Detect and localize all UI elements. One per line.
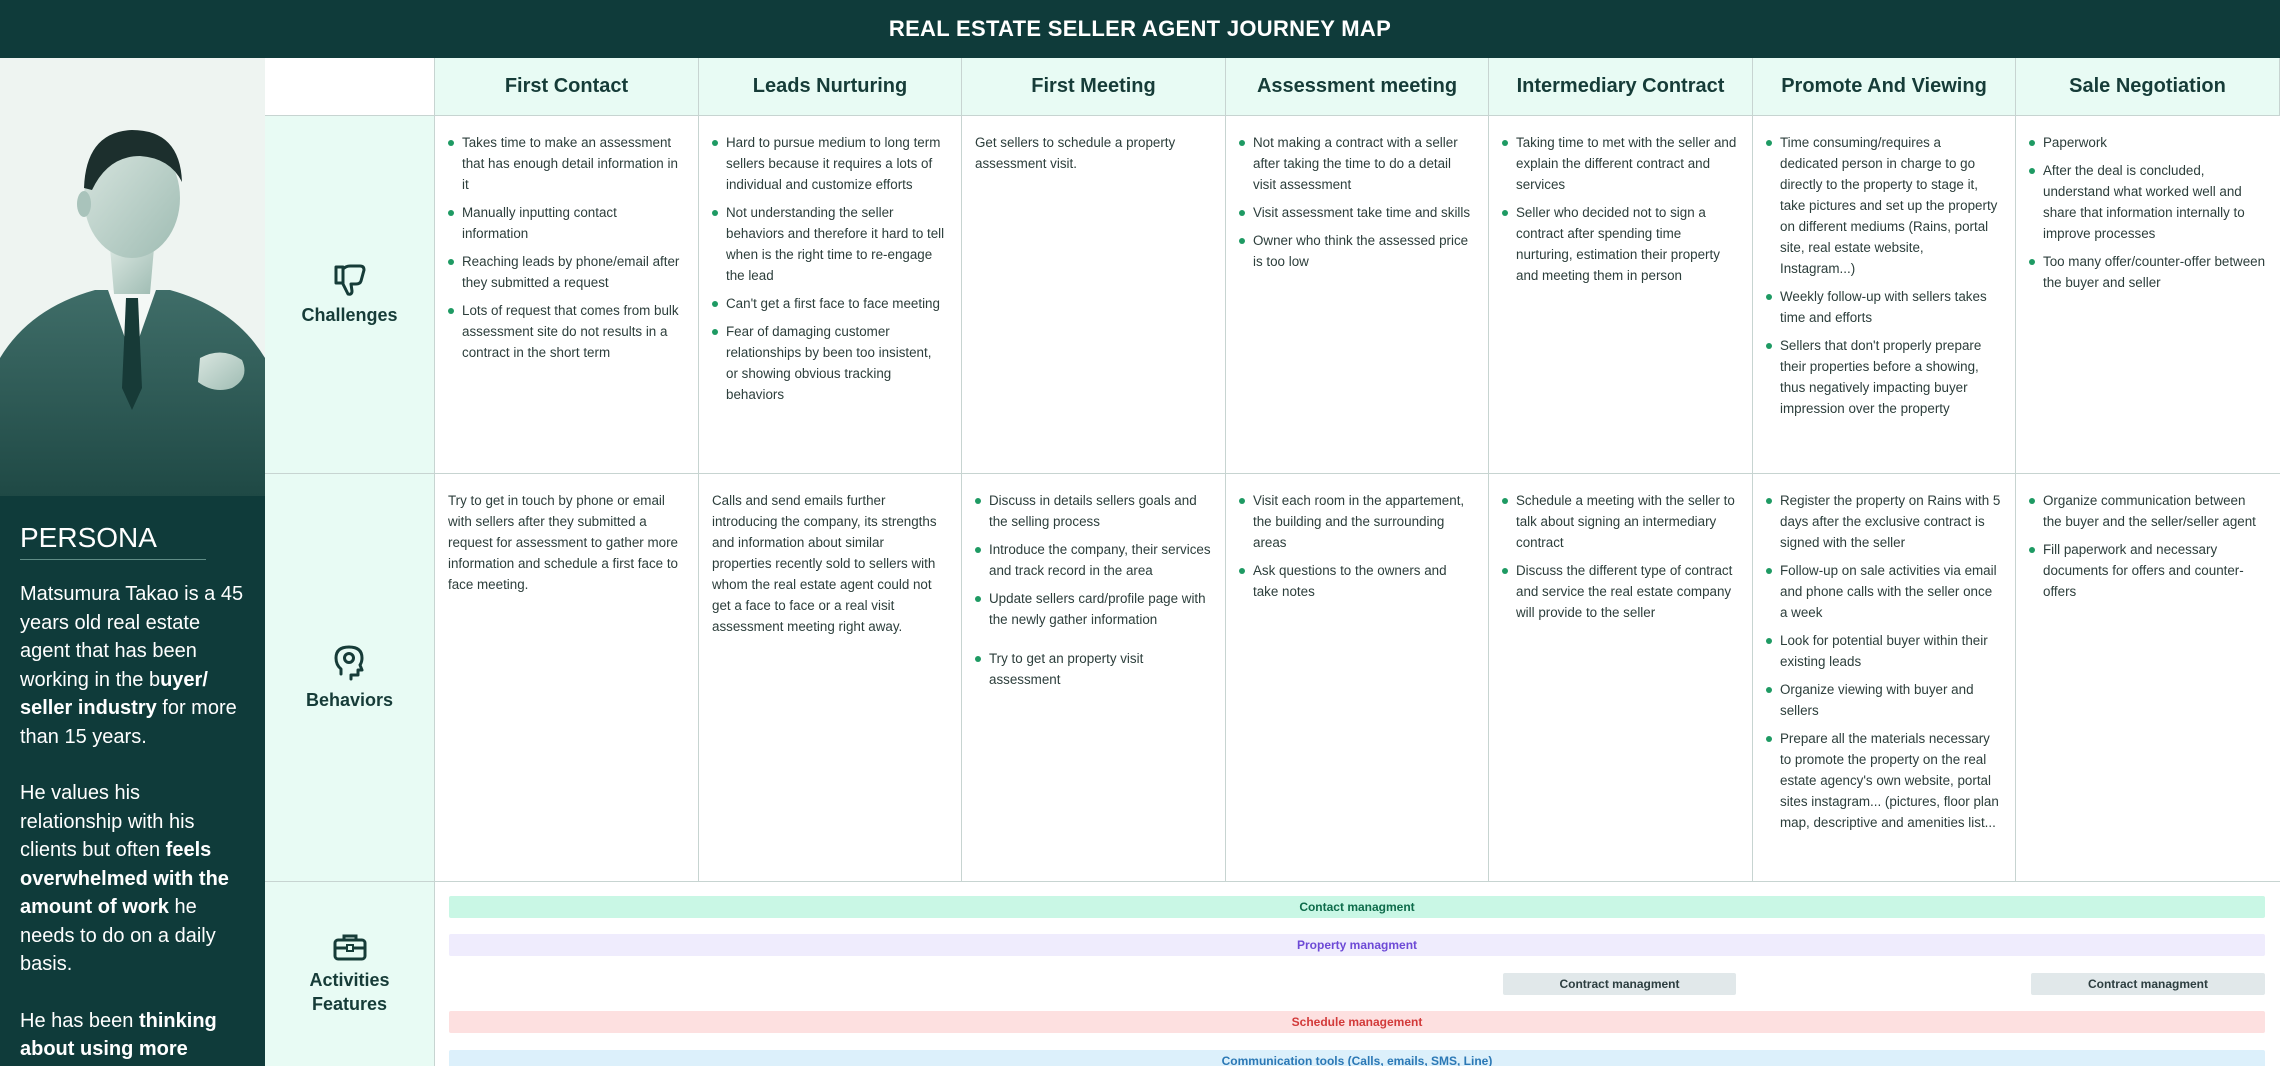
list-item: Reaching leads by phone/email after they…: [448, 251, 684, 293]
row-label-behaviors: Behaviors: [265, 474, 435, 882]
persona-panel: PERSONA Matsumura Takao is a 45 years ol…: [0, 58, 265, 1066]
feature-bar-contract-sale: Contract managment: [2031, 973, 2265, 995]
list-item: Register the property on Rains with 5 da…: [1766, 490, 2001, 553]
persona-paragraph-2: He values his relationship with his clie…: [20, 782, 229, 975]
head-gear-icon: [334, 645, 363, 680]
list-item: Not understanding the seller behaviors a…: [712, 202, 947, 286]
list-item: Time consuming/requires a dedicated pers…: [1766, 132, 2001, 279]
column-header-assessment-meeting: Assessment meeting: [1226, 58, 1489, 116]
list-item: Prepare all the materials necessary to p…: [1766, 728, 2001, 833]
behaviors-promote-viewing-cell: Register the property on Rains with 5 da…: [1753, 474, 2016, 882]
column-header-first-meeting: First Meeting: [962, 58, 1226, 116]
list-item: Fear of damaging customer relationships …: [712, 321, 947, 405]
list-item: Owner who think the assessed price is to…: [1239, 230, 1474, 272]
list-item: Too many offer/counter-offer between the…: [2029, 251, 2266, 293]
list-item: Paperwork: [2029, 132, 2266, 153]
list-item: Weekly follow-up with sellers takes time…: [1766, 286, 2001, 328]
list-item: Visit each room in the appartement, the …: [1239, 490, 1474, 553]
persona-title: PERSONA: [20, 522, 206, 560]
list-item: Organize viewing with buyer and sellers: [1766, 679, 2001, 721]
list-item: Introduce the company, their services an…: [975, 539, 1211, 581]
feature-bar-contract-intermediary: Contract managment: [1503, 973, 1736, 995]
list-item: Sellers that don't properly prepare thei…: [1766, 335, 2001, 419]
list-item: Lots of request that comes from bulk ass…: [448, 300, 684, 363]
persona-paragraph-1: Matsumura Takao is a 45 years old real e…: [20, 583, 244, 748]
behaviors-sale-negotiation-cell: Organize communication between the buyer…: [2016, 474, 2280, 882]
list-item: Organize communication between the buyer…: [2029, 490, 2266, 532]
list-item: Follow-up on sale activities via email a…: [1766, 560, 2001, 623]
thumbs-down-icon: [334, 264, 365, 296]
behaviors-assessment-meeting-cell: Visit each room in the appartement, the …: [1226, 474, 1489, 882]
challenges-first-meeting-cell: Get sellers to schedule a property asses…: [962, 116, 1226, 474]
row-label-activities-features: Activities Features: [265, 882, 435, 1066]
column-header-leads-nurturing: Leads Nurturing: [699, 58, 962, 116]
challenges-intermediary-contract-cell: Taking time to met with the seller and e…: [1489, 116, 1753, 474]
challenges-first-contact-cell: Takes time to make an assessment that ha…: [435, 116, 699, 474]
list-item: Seller who decided not to sign a contrac…: [1502, 202, 1738, 286]
row-label-challenges: Challenges: [265, 116, 435, 474]
challenges-sale-negotiation-cell: Paperwork After the deal is concluded, un…: [2016, 116, 2280, 474]
top-header-bar: REAL ESTATE SELLER AGENT JOURNEY MAP: [0, 0, 2280, 58]
list-item: Schedule a meeting with the seller to ta…: [1502, 490, 1738, 553]
challenges-assessment-meeting-cell: Not making a contract with a seller afte…: [1226, 116, 1489, 474]
list-item: Look for potential buyer within their ex…: [1766, 630, 2001, 672]
list-item: Taking time to met with the seller and e…: [1502, 132, 1738, 195]
briefcase-icon: [333, 934, 366, 961]
persona-description: Matsumura Takao is a 45 years old real e…: [20, 580, 245, 1064]
list-item: Update sellers card/profile page with th…: [975, 588, 1211, 630]
feature-bar-property: Property managment: [449, 934, 2265, 956]
behaviors-leads-nurturing-cell: Calls and send emails further introducin…: [699, 474, 962, 882]
list-item: Manually inputting contact information: [448, 202, 684, 244]
persona-portrait-illustration: [0, 58, 265, 496]
header-corner-cell: [265, 58, 435, 116]
journey-grid: First Contact Leads Nurturing First Meet…: [265, 58, 2280, 1066]
list-item: Visit assessment take time and skills: [1239, 202, 1474, 223]
challenges-promote-viewing-cell: Time consuming/requires a dedicated pers…: [1753, 116, 2016, 474]
column-header-intermediary-contract: Intermediary Contract: [1489, 58, 1753, 116]
list-item: Ask questions to the owners and take not…: [1239, 560, 1474, 602]
list-item: Can't get a first face to face meeting: [712, 293, 947, 314]
list-item: Discuss the different type of contract a…: [1502, 560, 1738, 623]
feature-bar-communication: Communication tools (Calls, emails, SMS,…: [449, 1050, 2265, 1066]
challenges-leads-nurturing-cell: Hard to pursue medium to long term selle…: [699, 116, 962, 474]
behaviors-intermediary-contract-cell: Schedule a meeting with the seller to ta…: [1489, 474, 1753, 882]
behaviors-first-meeting-cell: Discuss in details sellers goals and the…: [962, 474, 1226, 882]
persona-paragraph-3: He has been thinking about using more: [20, 1009, 217, 1061]
column-header-promote-and-viewing: Promote And Viewing: [1753, 58, 2016, 116]
behaviors-first-contact-cell: Try to get in touch by phone or email wi…: [435, 474, 699, 882]
column-header-sale-negotiation: Sale Negotiation: [2016, 58, 2280, 116]
list-item: Hard to pursue medium to long term selle…: [712, 132, 947, 195]
features-area: Contact managment Property managment Con…: [435, 882, 2280, 1066]
feature-bar-schedule: Schedule management: [449, 1011, 2265, 1033]
list-item: Takes time to make an assessment that ha…: [448, 132, 684, 195]
persona-photo: [0, 58, 265, 496]
page-title: REAL ESTATE SELLER AGENT JOURNEY MAP: [888, 16, 1392, 41]
list-item: After the deal is concluded, understand …: [2029, 160, 2266, 244]
list-item: Not making a contract with a seller afte…: [1239, 132, 1474, 195]
feature-bar-contact: Contact managment: [449, 896, 2265, 918]
column-header-first-contact: First Contact: [435, 58, 699, 116]
list-item: Fill paperwork and necessary documents f…: [2029, 539, 2266, 602]
list-item: Try to get an property visit assessment: [975, 648, 1211, 690]
list-item: Discuss in details sellers goals and the…: [975, 490, 1211, 532]
